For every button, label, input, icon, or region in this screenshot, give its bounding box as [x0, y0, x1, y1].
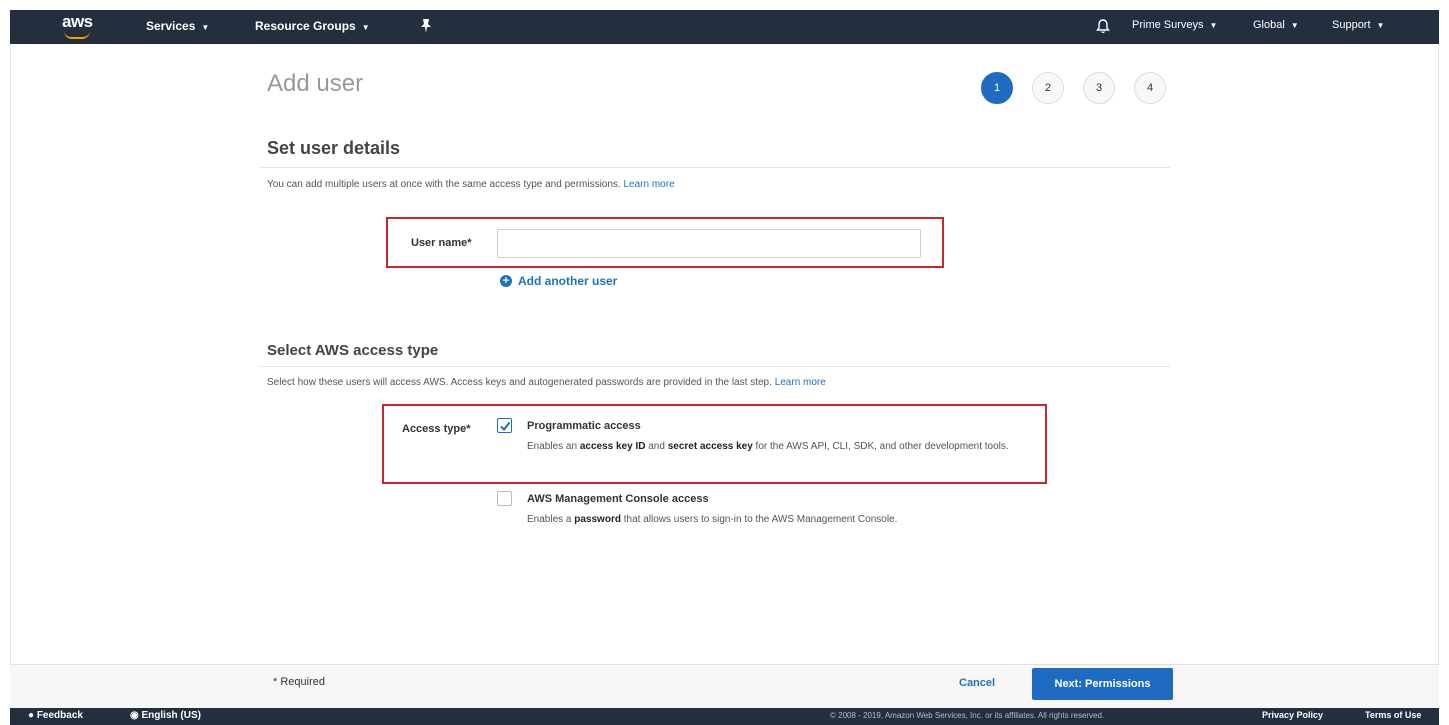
console-access-title: AWS Management Console access	[527, 493, 709, 505]
desc-text: Enables a	[527, 514, 575, 525]
add-another-user-label: Add another user	[518, 274, 618, 288]
chevron-down-icon: ▼	[201, 23, 210, 32]
resource-groups-label: Resource Groups	[255, 19, 356, 33]
section-description-user-details: You can add multiple users at once with …	[267, 179, 675, 190]
terms-of-use-link[interactable]: Terms of Use	[1365, 710, 1421, 720]
top-nav-bar: aws Services ▼ Resource Groups ▼ Prime Sur…	[10, 10, 1439, 44]
access-type-description: Select how these users will access AWS. …	[267, 377, 772, 388]
next-permissions-button[interactable]: Next: Permissions	[1032, 668, 1173, 700]
copyright-text: © 2008 - 2019, Amazon Web Services, Inc.…	[830, 711, 1105, 720]
chevron-down-icon: ▼	[361, 23, 370, 32]
services-menu[interactable]: Services ▼	[146, 19, 209, 33]
speech-bubble-icon: ●	[28, 710, 35, 721]
language-label: English (US)	[141, 710, 201, 721]
desc-text: and	[645, 441, 668, 452]
resource-groups-menu[interactable]: Resource Groups ▼	[255, 19, 370, 33]
content-frame	[10, 44, 1439, 664]
aws-logo-smile	[64, 31, 90, 39]
section-description-access-type: Select how these users will access AWS. …	[267, 377, 826, 388]
learn-more-link-access[interactable]: Learn more	[775, 377, 826, 388]
desc-text: that allows users to sign-in to the AWS …	[620, 514, 898, 525]
feedback-link[interactable]: ● Feedback	[28, 710, 83, 721]
divider	[259, 167, 1170, 168]
chevron-down-icon: ▼	[1376, 21, 1385, 30]
feedback-label: Feedback	[36, 710, 83, 721]
aws-logo-text: aws	[62, 12, 93, 31]
checkmark-icon	[500, 421, 511, 432]
account-label: Prime Surveys	[1132, 19, 1204, 31]
footer-action-bar	[10, 664, 1439, 708]
chevron-down-icon: ▼	[1290, 21, 1299, 30]
divider	[259, 366, 1170, 367]
support-label: Support	[1332, 19, 1371, 31]
user-details-description: You can add multiple users at once with …	[267, 179, 621, 190]
support-menu[interactable]: Support ▼	[1332, 19, 1384, 31]
console-bottom-bar: ● Feedback ◉ English (US) © 2008 - 2019,…	[10, 708, 1439, 725]
plus-circle-icon: +	[500, 275, 512, 287]
desc-text: Enables an	[527, 441, 580, 452]
desc-text: for the AWS API, CLI, SDK, and other dev…	[752, 441, 1009, 452]
programmatic-access-title: Programmatic access	[527, 420, 641, 432]
cancel-button[interactable]: Cancel	[959, 677, 995, 689]
region-label: Global	[1253, 19, 1285, 31]
required-note: * Required	[273, 676, 325, 688]
step-2[interactable]: 2	[1032, 72, 1064, 104]
access-type-label: Access type*	[402, 423, 471, 435]
privacy-policy-link[interactable]: Privacy Policy	[1262, 710, 1323, 720]
learn-more-link-details[interactable]: Learn more	[624, 179, 675, 190]
wizard-steps: 1 2 3 4	[981, 72, 1166, 104]
programmatic-access-description: Enables an access key ID and secret acce…	[527, 437, 1047, 456]
add-another-user-link[interactable]: + Add another user	[500, 274, 617, 288]
step-4[interactable]: 4	[1134, 72, 1166, 104]
aws-logo[interactable]: aws	[62, 12, 102, 40]
language-selector[interactable]: ◉ English (US)	[130, 710, 201, 721]
step-3[interactable]: 3	[1083, 72, 1115, 104]
region-menu[interactable]: Global ▼	[1253, 19, 1299, 31]
bell-icon[interactable]	[1096, 18, 1110, 34]
pin-icon[interactable]	[420, 18, 432, 34]
chevron-down-icon: ▼	[1209, 21, 1218, 30]
section-title-access-type: Select AWS access type	[267, 342, 439, 359]
console-access-description: Enables a password that allows users to …	[527, 510, 1047, 529]
account-menu[interactable]: Prime Surveys ▼	[1132, 19, 1217, 31]
user-name-input[interactable]	[497, 229, 921, 258]
console-access-checkbox[interactable]	[497, 491, 512, 506]
desc-bold-secret-access-key: secret access key	[667, 441, 753, 452]
page-title: Add user	[267, 70, 364, 97]
desc-bold-access-key-id: access key ID	[579, 441, 646, 452]
step-1[interactable]: 1	[981, 72, 1013, 104]
programmatic-access-checkbox[interactable]	[497, 418, 512, 433]
globe-icon: ◉	[130, 710, 139, 721]
services-label: Services	[146, 19, 196, 33]
user-name-label: User name*	[411, 237, 472, 249]
desc-bold-password: password	[574, 514, 621, 525]
section-title-user-details: Set user details	[267, 138, 401, 158]
